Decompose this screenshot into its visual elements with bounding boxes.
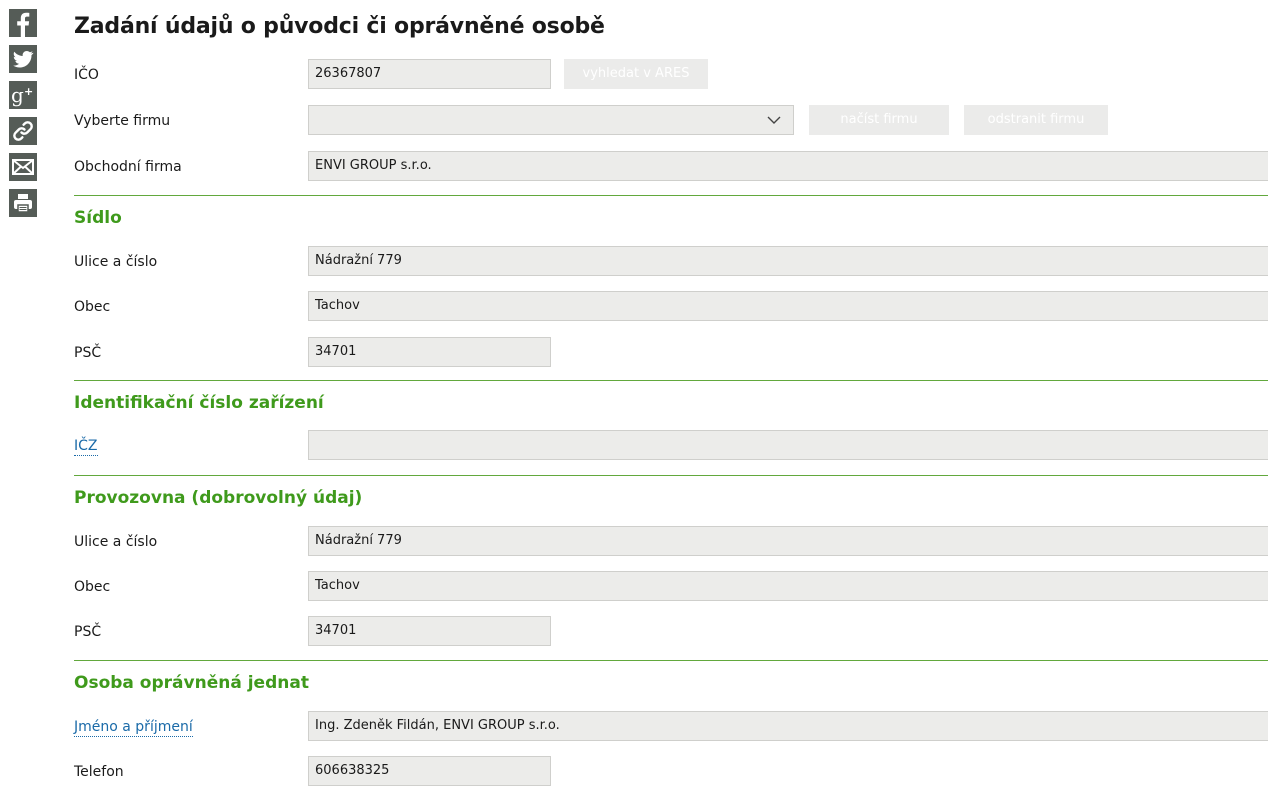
email-icon — [12, 159, 34, 175]
facebook-icon — [17, 12, 30, 37]
premises-street-row: Ulice a číslo Nádražní 779 — [74, 526, 1268, 558]
icz-row: IČZ — [74, 430, 1268, 462]
premises-city-row: Obec Tachov — [74, 571, 1268, 603]
ares-search-button[interactable]: vyhledat v ARES — [564, 59, 708, 89]
svg-text:+: + — [24, 85, 33, 98]
google-plus-share-button[interactable]: g + — [9, 81, 37, 109]
twitter-icon — [13, 50, 34, 68]
premises-street-input[interactable]: Nádražní 779 — [308, 526, 1268, 556]
divider — [74, 475, 1268, 476]
divider — [74, 195, 1268, 196]
premises-heading: Provozovna (dobrovolný údaj) — [74, 488, 363, 508]
svg-text:g: g — [11, 83, 24, 107]
google-plus-icon: g + — [11, 83, 33, 107]
company-name-input[interactable]: ENVI GROUP s.r.o. — [308, 151, 1268, 181]
seat-street-input[interactable]: Nádražní 779 — [308, 246, 1268, 276]
copy-link-button[interactable] — [9, 117, 37, 145]
seat-zip-input[interactable]: 34701 — [308, 337, 551, 367]
phone-label: Telefon — [74, 764, 124, 780]
remove-company-button[interactable]: odstranit firmu — [964, 105, 1108, 135]
premises-city-input[interactable]: Tachov — [308, 571, 1268, 601]
divider — [74, 660, 1268, 661]
load-company-button[interactable]: načíst firmu — [809, 105, 949, 135]
company-select-label: Vyberte firmu — [74, 113, 171, 129]
premises-street-label: Ulice a číslo — [74, 534, 158, 550]
email-share-button[interactable] — [9, 153, 37, 181]
seat-city-row: Obec Tachov — [74, 291, 1268, 323]
page-title: Zadání údajů o původci či oprávněné osob… — [74, 14, 605, 39]
premises-city-label: Obec — [74, 579, 111, 595]
seat-city-input[interactable]: Tachov — [308, 291, 1268, 321]
icz-input[interactable] — [308, 430, 1268, 460]
print-button[interactable] — [9, 189, 37, 217]
person-name-label: Jméno a příjmení — [74, 719, 193, 737]
company-select-row: Vyberte firmu načíst firmu odstranit fir… — [74, 105, 1268, 137]
seat-street-row: Ulice a číslo Nádražní 779 — [74, 246, 1268, 278]
chevron-down-icon — [767, 116, 781, 124]
phone-input[interactable]: 606638325 — [308, 756, 551, 786]
icz-label: IČZ — [74, 438, 98, 456]
seat-city-label: Obec — [74, 299, 111, 315]
link-icon — [13, 121, 33, 141]
ico-input[interactable]: 26367807 — [308, 59, 551, 89]
company-name-label: Obchodní firma — [74, 159, 182, 175]
seat-zip-label: PSČ — [74, 345, 102, 361]
person-name-input[interactable]: Ing. Zdeněk Fildán, ENVI GROUP s.r.o. — [308, 711, 1268, 741]
seat-heading: Sídlo — [74, 208, 122, 228]
ico-row: IČO 26367807 vyhledat v ARES — [74, 59, 1268, 91]
person-name-row: Jméno a příjmení Ing. Zdeněk Fildán, ENV… — [74, 711, 1268, 743]
premises-zip-input[interactable]: 34701 — [308, 616, 551, 646]
social-share-bar: g + — [9, 9, 38, 225]
premises-zip-label: PSČ — [74, 624, 102, 640]
facebook-share-button[interactable] — [9, 9, 37, 37]
twitter-share-button[interactable] — [9, 45, 37, 73]
icz-help-link[interactable]: IČZ — [74, 430, 98, 462]
facility-heading: Identifikační číslo zařízení — [74, 393, 324, 413]
person-name-help-link[interactable]: Jméno a příjmení — [74, 711, 193, 743]
person-heading: Osoba oprávněná jednat — [74, 673, 309, 693]
print-icon — [14, 194, 32, 213]
seat-street-label: Ulice a číslo — [74, 254, 158, 270]
phone-row: Telefon 606638325 — [74, 756, 1268, 788]
ico-label: IČO — [74, 67, 99, 83]
seat-zip-row: PSČ 34701 — [74, 337, 1268, 369]
company-name-row: Obchodní firma ENVI GROUP s.r.o. — [74, 151, 1268, 183]
premises-zip-row: PSČ 34701 — [74, 616, 1268, 648]
company-select[interactable] — [308, 105, 794, 135]
divider — [74, 380, 1268, 381]
